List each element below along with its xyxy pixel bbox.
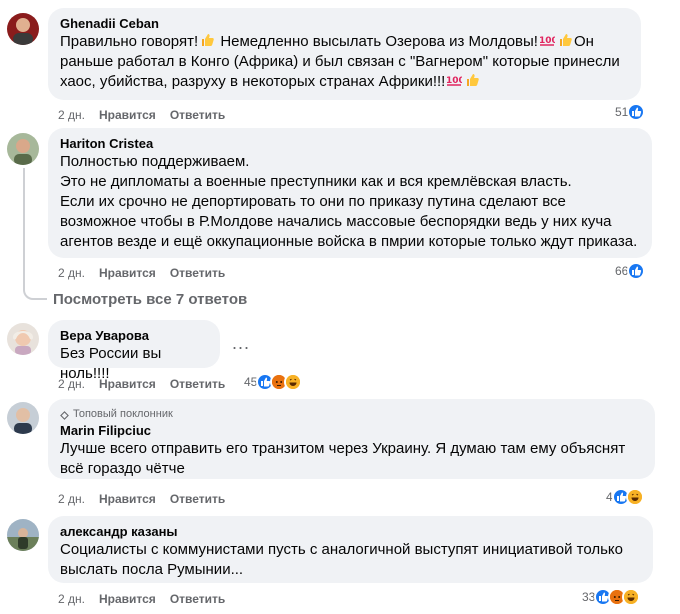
more-options-button[interactable]: ... bbox=[232, 333, 250, 354]
comment-text: Лучше всего отправить его транзитом чере… bbox=[60, 440, 626, 477]
avatar[interactable] bbox=[7, 13, 39, 45]
diamond-badge-icon bbox=[60, 410, 69, 420]
avatar[interactable] bbox=[7, 323, 39, 355]
comment-bubble: Топовый поклонник Marin Filipciuc Лучше … bbox=[48, 399, 655, 479]
comment-timestamp[interactable]: 2 дн. bbox=[58, 376, 85, 392]
comment-timestamp[interactable]: 2 дн. bbox=[58, 107, 85, 123]
badge-label: Топовый поклонник bbox=[73, 408, 173, 420]
reaction-summary[interactable]: 33 bbox=[582, 588, 641, 606]
haha-reaction-icon bbox=[625, 488, 644, 506]
reply-button[interactable]: Ответить bbox=[170, 591, 225, 607]
like-button[interactable]: Нравится bbox=[99, 107, 156, 123]
like-button[interactable]: Нравится bbox=[99, 491, 156, 507]
comment-text: Социалисты с коммунистами пусть с аналог… bbox=[60, 541, 623, 578]
haha-reaction-icon bbox=[284, 373, 303, 391]
comment-actions: 2 дн. Нравится Ответить bbox=[58, 491, 225, 507]
comment-text-line: раньше работал в Конго (Африка) и был св… bbox=[60, 53, 620, 70]
comment-text-line: хаос, убийства, разруху в некоторых стра… bbox=[60, 73, 446, 90]
reaction-summary[interactable]: 4 bbox=[606, 488, 644, 506]
comment-actions: 2 дн. Нравится Ответить bbox=[58, 265, 225, 281]
comment-timestamp[interactable]: 2 дн. bbox=[58, 491, 85, 507]
avatar[interactable] bbox=[7, 402, 39, 434]
comment-bubble: Ghenadii Ceban Правильно говорят! Немедл… bbox=[48, 8, 641, 100]
reaction-count: 33 bbox=[582, 590, 596, 604]
avatar[interactable] bbox=[7, 133, 39, 165]
like-button[interactable]: Нравится bbox=[99, 591, 156, 607]
thumbs-up-emoji bbox=[199, 32, 215, 48]
reply-button[interactable]: Ответить bbox=[170, 265, 225, 281]
comment-author[interactable]: Ghenadii Ceban bbox=[60, 16, 629, 32]
comment-author[interactable]: Hariton Cristea bbox=[60, 136, 640, 152]
comment-author[interactable]: александр казаны bbox=[60, 524, 641, 540]
comment-bubble: александр казаны Социалисты с коммуниста… bbox=[48, 516, 653, 583]
reaction-count: 51 bbox=[615, 105, 629, 119]
thread-line bbox=[23, 278, 47, 300]
comment-timestamp[interactable]: 2 дн. bbox=[58, 265, 85, 281]
comment-author[interactable]: Вера Уварова bbox=[60, 328, 208, 344]
comment-timestamp[interactable]: 2 дн. bbox=[58, 591, 85, 607]
hundred-points-emoji: 100 bbox=[446, 72, 465, 88]
view-replies-link[interactable]: Посмотреть все 7 ответов bbox=[53, 290, 247, 310]
like-button[interactable]: Нравится bbox=[99, 265, 156, 281]
comment-text-line: Правильно говорят! bbox=[60, 33, 199, 50]
comment-text: Правильно говорят! Немедленно высылать О… bbox=[60, 32, 629, 92]
reaction-summary[interactable]: 66 bbox=[615, 262, 646, 280]
avatar[interactable] bbox=[7, 519, 39, 551]
reaction-summary[interactable]: 51 bbox=[615, 103, 646, 121]
reply-button[interactable]: Ответить bbox=[170, 376, 225, 392]
reaction-summary[interactable]: 45 bbox=[244, 373, 303, 391]
like-reaction-icon bbox=[627, 103, 646, 121]
reply-button[interactable]: Ответить bbox=[170, 491, 225, 507]
comment-bubble: Вера Уварова Без России вы ноль!!!! bbox=[48, 320, 220, 382]
reply-button[interactable]: Ответить bbox=[170, 107, 225, 123]
comment-author[interactable]: Marin Filipciuc bbox=[60, 423, 643, 439]
haha-reaction-icon bbox=[622, 588, 641, 606]
comment-text-line: Немедленно высылать Озерова из Молдовы! bbox=[220, 33, 538, 50]
comment-text: Полностью поддерживаем. Это не дипломаты… bbox=[60, 153, 638, 250]
hundred-points-emoji: 100 bbox=[539, 32, 558, 48]
comment-actions: 2 дн. Нравится Ответить bbox=[58, 376, 225, 392]
thumbs-up-emoji bbox=[557, 32, 573, 48]
like-button[interactable]: Нравится bbox=[99, 376, 156, 392]
thumbs-up-emoji bbox=[464, 72, 480, 88]
comment-text-line: Он bbox=[573, 33, 594, 50]
comment-bubble: Hariton Cristea Полностью поддерживаем. … bbox=[48, 128, 652, 258]
reaction-count: 66 bbox=[615, 264, 629, 278]
reaction-count: 45 bbox=[244, 375, 258, 389]
comment-actions: 2 дн. Нравится Ответить bbox=[58, 591, 225, 607]
comment-actions: 2 дн. Нравится Ответить bbox=[58, 107, 225, 123]
like-reaction-icon bbox=[627, 262, 646, 280]
thread-line bbox=[23, 168, 25, 280]
top-fan-badge: Топовый поклонник bbox=[60, 407, 643, 421]
